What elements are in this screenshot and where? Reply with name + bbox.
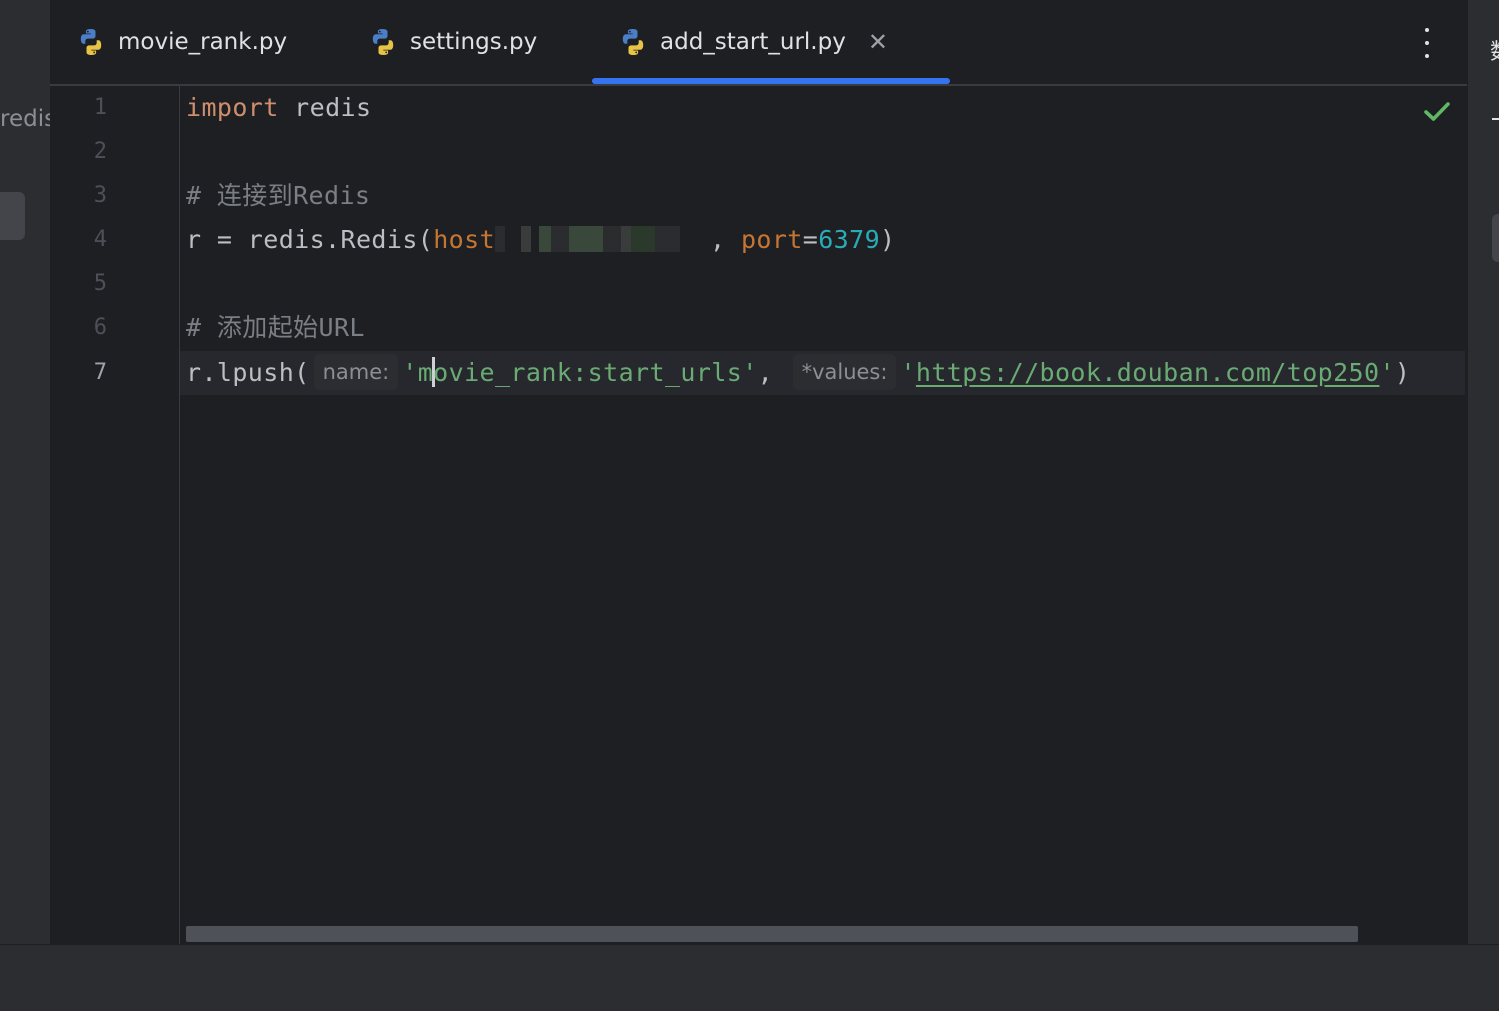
- right-tool-strip: 数: [1467, 0, 1499, 944]
- parameter-hint-name: name:: [313, 354, 399, 390]
- close-tab-icon[interactable]: ✕: [868, 28, 888, 56]
- tab-add-start-url[interactable]: add_start_url.py ✕: [592, 0, 950, 84]
- string-quote: ': [900, 358, 916, 387]
- code-text: r.lpush(: [186, 358, 310, 387]
- code-text: ): [880, 225, 896, 254]
- code-text: ,: [757, 358, 789, 387]
- ide-window: redis movie_rank.py: [0, 0, 1499, 1011]
- collapse-icon[interactable]: [1492, 118, 1499, 120]
- code-text: r = redis.Redis(: [186, 225, 434, 254]
- tab-label: add_start_url.py: [660, 29, 846, 55]
- tab-settings[interactable]: settings.py: [368, 0, 537, 84]
- comment: # 添加起始URL: [186, 313, 365, 342]
- port-number: 6379: [818, 225, 881, 254]
- code-text: =: [802, 225, 819, 254]
- project-tree-item-fragment[interactable]: redis: [0, 106, 50, 132]
- parameter-hint-values: *values:: [792, 354, 897, 390]
- tab-movie-rank[interactable]: movie_rank.py: [76, 0, 287, 84]
- code-text: ,: [710, 225, 741, 254]
- tab-label: movie_rank.py: [118, 29, 288, 55]
- url-link[interactable]: https://book.douban.com/top250: [916, 358, 1380, 387]
- param-host: host: [433, 225, 496, 254]
- check-icon[interactable]: [1423, 100, 1451, 124]
- code-text: ): [1394, 358, 1411, 387]
- line-number: 2: [93, 139, 107, 164]
- keyword-import: import: [186, 93, 279, 122]
- line-number: 6: [93, 315, 107, 340]
- redacted-host-value: [495, 226, 711, 252]
- line-number: 1: [93, 95, 107, 120]
- project-panel-edge: redis: [0, 0, 50, 944]
- param-port: port: [740, 225, 803, 254]
- string-quote: ': [1379, 358, 1395, 387]
- line-number: 3: [93, 183, 107, 208]
- code-editor: movie_rank.py settings.py add_start_url.…: [50, 0, 1467, 944]
- horizontal-scrollbar[interactable]: [186, 926, 1358, 942]
- string-literal: ovie_rank:start_urls': [433, 358, 758, 387]
- project-panel-selection[interactable]: [0, 192, 25, 240]
- tool-window-label-fragment[interactable]: 数: [1490, 34, 1499, 66]
- code-line-3[interactable]: # 连接到Redis: [186, 174, 370, 218]
- python-icon: [622, 29, 644, 55]
- editor-tab-bar: movie_rank.py settings.py add_start_url.…: [50, 0, 1467, 86]
- module-name: redis: [278, 93, 372, 122]
- python-icon: [372, 29, 394, 55]
- code-line-6[interactable]: # 添加起始URL: [186, 306, 365, 350]
- code-line-7[interactable]: r.lpush(name:'movie_rank:start_urls', *v…: [186, 351, 1410, 395]
- line-number: 4: [93, 227, 107, 252]
- line-number-current: 7: [93, 360, 107, 385]
- code-line-1[interactable]: import redis: [186, 86, 371, 130]
- line-number: 5: [93, 271, 107, 296]
- string-literal: 'm: [402, 358, 434, 387]
- tab-label: settings.py: [410, 29, 538, 55]
- python-icon: [80, 29, 102, 55]
- tool-window-button[interactable]: [1492, 214, 1499, 262]
- line-number-gutter[interactable]: 1 2 3 4 5 6 7: [50, 86, 180, 944]
- comment: # 连接到Redis: [186, 181, 371, 210]
- more-options-icon[interactable]: [1423, 28, 1431, 58]
- status-bar: [0, 944, 1499, 1011]
- code-line-4[interactable]: r = redis.Redis(host, port=6379): [186, 218, 895, 262]
